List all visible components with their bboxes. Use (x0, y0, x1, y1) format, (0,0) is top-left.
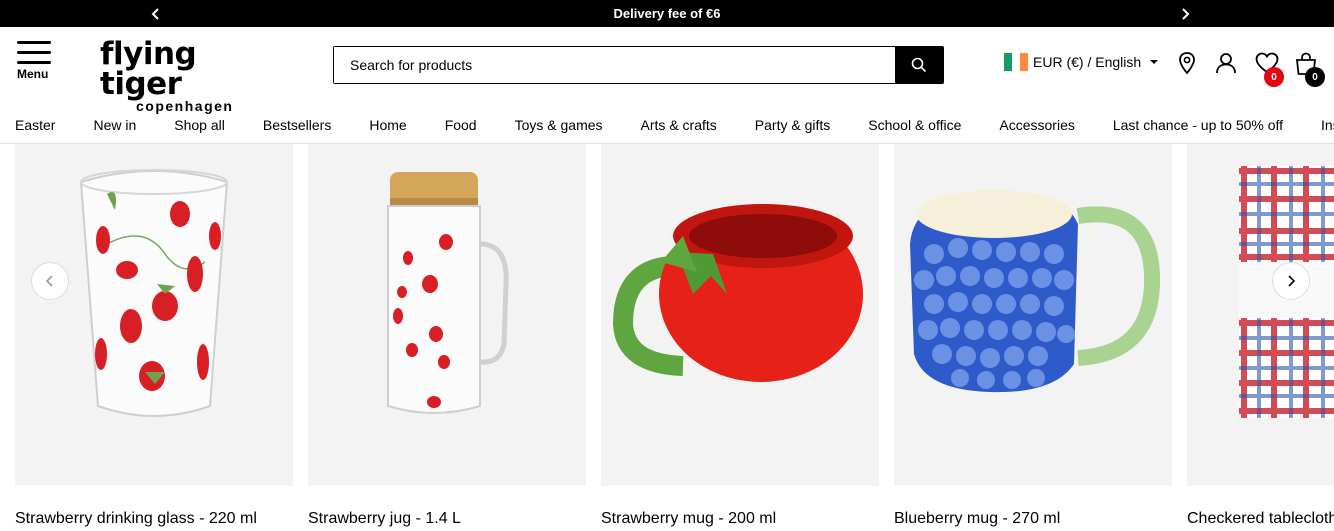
product-name[interactable]: Strawberry drinking glass - 220 ml (15, 510, 293, 528)
strawberry-jug-image (387, 172, 509, 414)
checkered-tablecloth-image (1239, 166, 1334, 418)
user-icon (1216, 53, 1236, 74)
promo-next-icon[interactable] (1170, 0, 1200, 27)
cart-button[interactable]: 0 (1293, 51, 1325, 87)
strawberry-mug-image (612, 204, 863, 382)
blueberry-mug-image (910, 190, 1161, 393)
product-image[interactable] (308, 144, 586, 486)
product-name[interactable]: Strawberry mug - 200 ml (601, 510, 879, 528)
menu-button[interactable]: Menu (17, 41, 55, 91)
nav-item-easter[interactable]: Easter (15, 117, 55, 133)
menu-label: Menu (17, 67, 49, 81)
product-card[interactable]: Strawberry jug - 1.4 L (308, 144, 586, 528)
product-image[interactable] (601, 144, 879, 486)
carousel-prev-button[interactable] (31, 262, 69, 300)
nav-item-toys-games[interactable]: Toys & games (515, 117, 603, 133)
product-card[interactable]: Strawberry mug - 200 ml (601, 144, 879, 528)
chevron-left-icon (45, 275, 53, 287)
nav-item-food[interactable]: Food (445, 117, 477, 133)
ireland-flag-icon (1004, 53, 1028, 71)
strawberry-glass-image (79, 169, 229, 417)
nav-item-new-in[interactable]: New in (93, 117, 136, 133)
nav-item-school-office[interactable]: School & office (868, 117, 961, 133)
logo-main: flying tiger (100, 36, 197, 102)
product-card[interactable]: Blueberry mug - 270 ml (894, 144, 1172, 528)
product-card[interactable]: Checkered tablecloth (1187, 144, 1334, 528)
location-pin-icon (1179, 52, 1195, 75)
search-bar (333, 46, 944, 84)
logo-sub: copenhagen (136, 98, 234, 114)
wishlist-button[interactable]: 0 (1254, 51, 1284, 87)
product-card[interactable]: Strawberry drinking glass - 220 ml (15, 144, 293, 528)
search-button[interactable] (895, 47, 943, 83)
product-carousel: Strawberry drinking glass - 220 ml Straw… (0, 144, 1334, 530)
nav-item-home[interactable]: Home (369, 117, 406, 133)
product-name[interactable]: Checkered tablecloth (1187, 510, 1334, 528)
chevron-right-icon (1288, 275, 1296, 287)
search-input[interactable] (334, 47, 895, 83)
nav-item-bestsellers[interactable]: Bestsellers (263, 117, 331, 133)
site-header: Menu flying tiger copenhagen EUR (€) / E… (0, 27, 1334, 113)
nav-item-accessories[interactable]: Accessories (999, 117, 1074, 133)
store-locator-button[interactable] (1177, 51, 1197, 80)
promo-bar: Delivery fee of €6 (0, 0, 1334, 27)
product-name[interactable]: Strawberry jug - 1.4 L (308, 510, 586, 528)
nav-item-last-chance[interactable]: Last chance - up to 50% off (1113, 117, 1283, 133)
search-icon (911, 57, 927, 73)
wishlist-count-badge: 0 (1264, 67, 1284, 87)
nav-item-inspiration[interactable]: Inspiration (1321, 117, 1334, 133)
product-image[interactable] (1187, 144, 1334, 486)
logo[interactable]: flying tiger copenhagen (100, 36, 280, 114)
product-image[interactable] (15, 144, 293, 486)
nav-item-shop-all[interactable]: Shop all (174, 117, 225, 133)
carousel-next-button[interactable] (1272, 262, 1310, 300)
hamburger-icon (17, 41, 55, 64)
account-button[interactable] (1214, 51, 1238, 80)
promo-prev-icon[interactable] (141, 0, 171, 27)
promo-text: Delivery fee of €6 (613, 6, 721, 21)
product-image[interactable] (894, 144, 1172, 486)
chevron-down-icon (1150, 60, 1159, 64)
product-name[interactable]: Blueberry mug - 270 ml (894, 510, 1172, 528)
nav-item-party-gifts[interactable]: Party & gifts (755, 117, 830, 133)
nav-item-arts-crafts[interactable]: Arts & crafts (641, 117, 717, 133)
cart-count-badge: 0 (1305, 67, 1325, 87)
locale-label: EUR (€) / English (1033, 54, 1142, 70)
locale-selector[interactable]: EUR (€) / English (1004, 53, 1161, 71)
